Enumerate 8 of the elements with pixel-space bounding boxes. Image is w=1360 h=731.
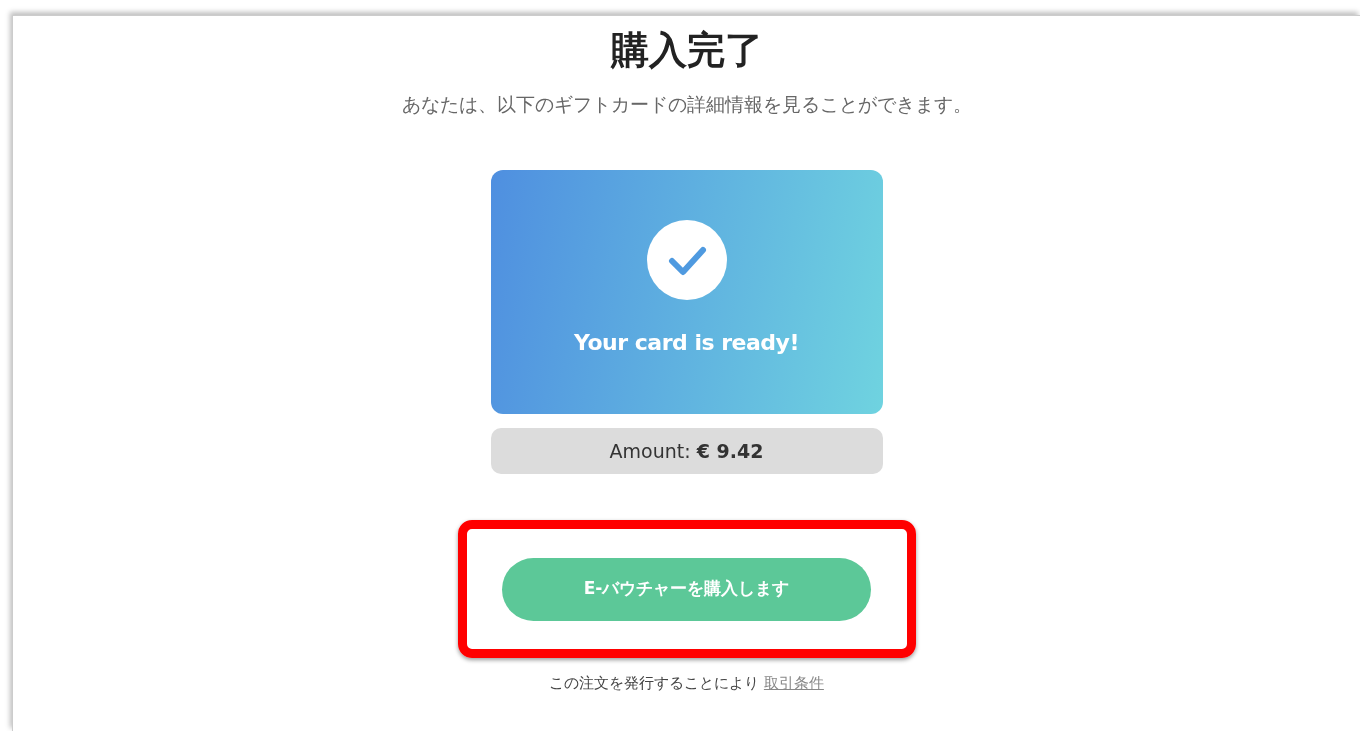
buy-button[interactable]: E-バウチャーを購入します xyxy=(502,557,871,621)
amount-bar: Amount: € 9.42 xyxy=(490,428,883,475)
card-message: Your card is ready! xyxy=(574,329,799,358)
page-title: 購入完了 xyxy=(610,28,763,74)
checkmark-icon xyxy=(646,220,727,301)
terms-text: この注文を発行することにより 取引条件 xyxy=(549,673,824,695)
terms-link[interactable]: 取引条件 xyxy=(763,674,824,693)
subtitle: あなたは、以下のギフトカードの詳細情報を見ることができます。 xyxy=(401,91,972,117)
